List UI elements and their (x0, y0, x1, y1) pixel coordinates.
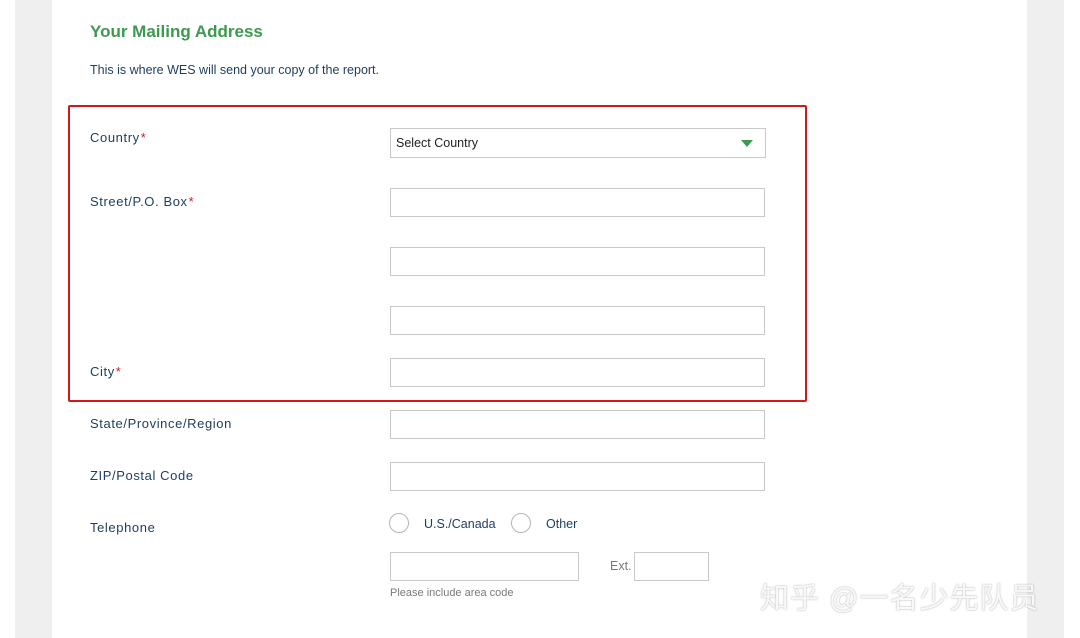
street-line-1-input[interactable] (390, 188, 765, 217)
country-label-text: Country (90, 130, 140, 145)
radio-us-canada-label[interactable]: U.S./Canada (424, 517, 496, 531)
watermark: 知乎 @一名少先队员 (760, 583, 1040, 615)
city-label: City* (90, 364, 121, 379)
country-label: Country* (90, 130, 146, 145)
radio-other-label[interactable]: Other (546, 517, 577, 531)
state-input[interactable] (390, 410, 765, 439)
radio-us-canada[interactable] (389, 513, 409, 533)
right-gutter (1064, 0, 1080, 638)
street-line-3-input[interactable] (390, 306, 765, 335)
required-asterisk: * (140, 130, 147, 145)
city-label-text: City (90, 364, 115, 379)
zip-input[interactable] (390, 462, 765, 491)
ext-label: Ext. (610, 559, 632, 573)
country-select[interactable]: Select Country (390, 128, 766, 158)
radio-other[interactable] (511, 513, 531, 533)
required-asterisk: * (188, 194, 195, 209)
telephone-label: Telephone (90, 520, 156, 535)
street-label-text: Street/P.O. Box (90, 194, 188, 209)
section-description: This is where WES will send your copy of… (90, 63, 380, 77)
telephone-hint: Please include area code (390, 587, 514, 599)
left-gutter (0, 0, 15, 638)
required-asterisk: * (115, 364, 122, 379)
chevron-down-icon (741, 140, 753, 147)
state-label: State/Province/Region (90, 416, 232, 431)
street-label: Street/P.O. Box* (90, 194, 194, 209)
section-title: Your Mailing Address (90, 22, 263, 41)
country-select-value: Select Country (396, 136, 478, 150)
city-input[interactable] (390, 358, 765, 387)
telephone-ext-input[interactable] (634, 552, 709, 581)
street-line-2-input[interactable] (390, 247, 765, 276)
telephone-number-input[interactable] (390, 552, 579, 581)
zip-label: ZIP/Postal Code (90, 468, 194, 483)
